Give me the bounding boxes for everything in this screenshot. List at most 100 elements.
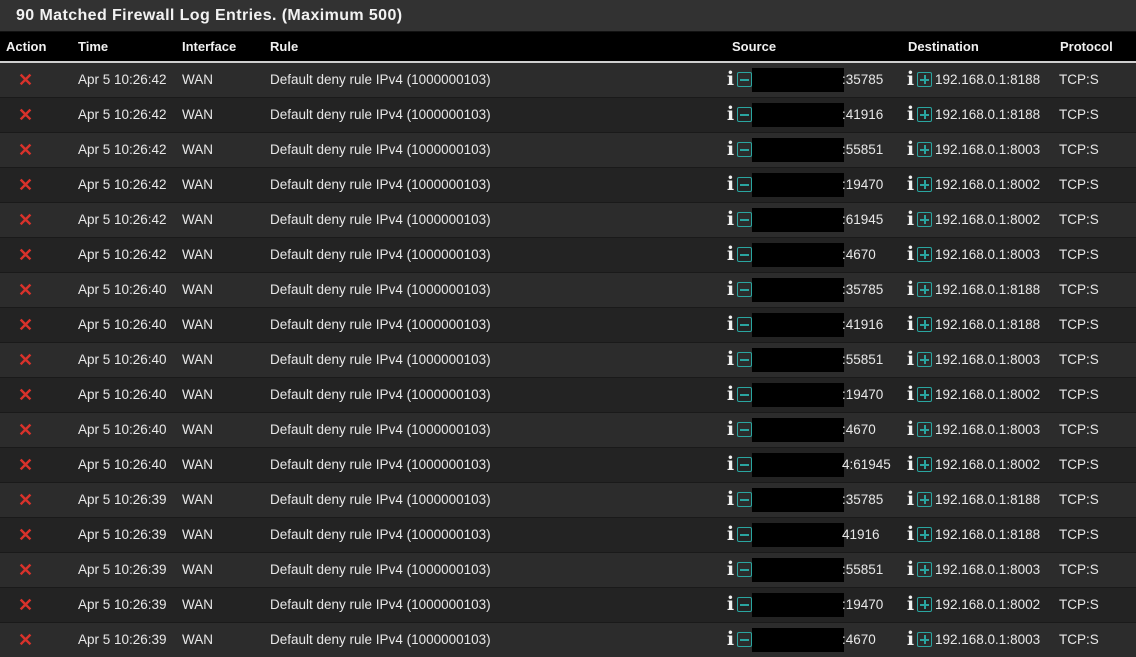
minus-box-icon[interactable] [737, 282, 752, 297]
block-x-icon[interactable]: ✕ [18, 560, 33, 580]
rule-cell[interactable]: Default deny rule IPv4 (1000000103) [264, 96, 726, 132]
minus-box-icon[interactable] [737, 352, 752, 367]
minus-box-icon[interactable] [737, 212, 752, 227]
minus-box-icon[interactable] [737, 142, 752, 157]
info-icon[interactable]: i [906, 280, 915, 299]
rule-cell[interactable]: Default deny rule IPv4 (1000000103) [264, 61, 726, 97]
plus-box-icon[interactable] [917, 632, 932, 648]
plus-box-icon[interactable] [917, 282, 932, 297]
column-header-source[interactable]: Source [726, 32, 902, 62]
rule-cell[interactable]: Default deny rule IPv4 (1000000103) [264, 516, 726, 552]
minus-box-icon[interactable] [737, 632, 752, 648]
rule-cell[interactable]: Default deny rule IPv4 (1000000103) [264, 201, 726, 237]
minus-box-icon[interactable] [737, 387, 752, 402]
info-icon[interactable]: i [906, 70, 915, 89]
rule-cell[interactable]: Default deny rule IPv4 (1000000103) [264, 481, 726, 517]
plus-box-icon[interactable] [917, 492, 932, 507]
info-icon[interactable]: i [906, 525, 915, 544]
info-icon[interactable]: i [906, 560, 915, 579]
info-icon[interactable]: i [906, 175, 915, 194]
minus-box-icon[interactable] [737, 72, 752, 88]
block-x-icon[interactable]: ✕ [18, 420, 33, 440]
info-icon[interactable]: i [906, 455, 915, 474]
block-x-icon[interactable]: ✕ [18, 105, 33, 125]
minus-box-icon[interactable] [737, 177, 752, 192]
rule-cell[interactable]: Default deny rule IPv4 (1000000103) [264, 306, 726, 342]
column-header-interface[interactable]: Interface [176, 32, 264, 62]
rule-cell[interactable]: Default deny rule IPv4 (1000000103) [264, 621, 726, 657]
rule-cell[interactable]: Default deny rule IPv4 (1000000103) [264, 341, 726, 377]
plus-box-icon[interactable] [917, 422, 932, 437]
rule-cell[interactable]: Default deny rule IPv4 (1000000103) [264, 551, 726, 587]
column-header-destination[interactable]: Destination [902, 32, 1054, 62]
plus-box-icon[interactable] [917, 352, 932, 367]
plus-box-icon[interactable] [917, 562, 932, 577]
info-icon[interactable]: i [906, 315, 915, 334]
rule-cell[interactable]: Default deny rule IPv4 (1000000103) [264, 446, 726, 482]
plus-box-icon[interactable] [917, 72, 932, 88]
info-icon[interactable]: i [726, 70, 735, 89]
plus-box-icon[interactable] [917, 142, 932, 157]
minus-box-icon[interactable] [737, 107, 752, 122]
block-x-icon[interactable]: ✕ [18, 385, 33, 405]
info-icon[interactable]: i [726, 350, 735, 369]
info-icon[interactable]: i [906, 490, 915, 509]
info-icon[interactable]: i [726, 175, 735, 194]
block-x-icon[interactable]: ✕ [18, 350, 33, 370]
minus-box-icon[interactable] [737, 422, 752, 437]
info-icon[interactable]: i [726, 385, 735, 404]
minus-box-icon[interactable] [737, 527, 752, 542]
info-icon[interactable]: i [906, 420, 915, 439]
minus-box-icon[interactable] [737, 492, 752, 507]
info-icon[interactable]: i [726, 210, 735, 229]
minus-box-icon[interactable] [737, 562, 752, 577]
block-x-icon[interactable]: ✕ [18, 490, 33, 510]
info-icon[interactable]: i [726, 280, 735, 299]
block-x-icon[interactable]: ✕ [18, 630, 33, 650]
plus-box-icon[interactable] [917, 177, 932, 192]
plus-box-icon[interactable] [917, 247, 932, 262]
rule-cell[interactable]: Default deny rule IPv4 (1000000103) [264, 236, 726, 272]
plus-box-icon[interactable] [917, 597, 932, 612]
block-x-icon[interactable]: ✕ [18, 315, 33, 335]
info-icon[interactable]: i [726, 490, 735, 509]
info-icon[interactable]: i [906, 595, 915, 614]
rule-cell[interactable]: Default deny rule IPv4 (1000000103) [264, 411, 726, 447]
block-x-icon[interactable]: ✕ [18, 280, 33, 300]
info-icon[interactable]: i [906, 385, 915, 404]
minus-box-icon[interactable] [737, 597, 752, 612]
plus-box-icon[interactable] [917, 457, 932, 472]
info-icon[interactable]: i [726, 455, 735, 474]
info-icon[interactable]: i [906, 140, 915, 159]
block-x-icon[interactable]: ✕ [18, 140, 33, 160]
rule-cell[interactable]: Default deny rule IPv4 (1000000103) [264, 586, 726, 622]
block-x-icon[interactable]: ✕ [18, 210, 33, 230]
block-x-icon[interactable]: ✕ [18, 245, 33, 265]
plus-box-icon[interactable] [917, 387, 932, 402]
column-header-rule[interactable]: Rule [264, 32, 726, 62]
info-icon[interactable]: i [726, 595, 735, 614]
info-icon[interactable]: i [906, 245, 915, 264]
info-icon[interactable]: i [906, 350, 915, 369]
rule-cell[interactable]: Default deny rule IPv4 (1000000103) [264, 166, 726, 202]
info-icon[interactable]: i [726, 105, 735, 124]
plus-box-icon[interactable] [917, 527, 932, 542]
block-x-icon[interactable]: ✕ [18, 595, 33, 615]
info-icon[interactable]: i [726, 525, 735, 544]
block-x-icon[interactable]: ✕ [18, 70, 33, 90]
plus-box-icon[interactable] [917, 107, 932, 122]
info-icon[interactable]: i [906, 630, 915, 649]
rule-cell[interactable]: Default deny rule IPv4 (1000000103) [264, 271, 726, 307]
info-icon[interactable]: i [726, 315, 735, 334]
info-icon[interactable]: i [726, 420, 735, 439]
info-icon[interactable]: i [906, 210, 915, 229]
info-icon[interactable]: i [906, 105, 915, 124]
block-x-icon[interactable]: ✕ [18, 175, 33, 195]
plus-box-icon[interactable] [917, 317, 932, 332]
block-x-icon[interactable]: ✕ [18, 525, 33, 545]
info-icon[interactable]: i [726, 560, 735, 579]
plus-box-icon[interactable] [917, 212, 932, 227]
info-icon[interactable]: i [726, 140, 735, 159]
minus-box-icon[interactable] [737, 317, 752, 332]
info-icon[interactable]: i [726, 630, 735, 649]
